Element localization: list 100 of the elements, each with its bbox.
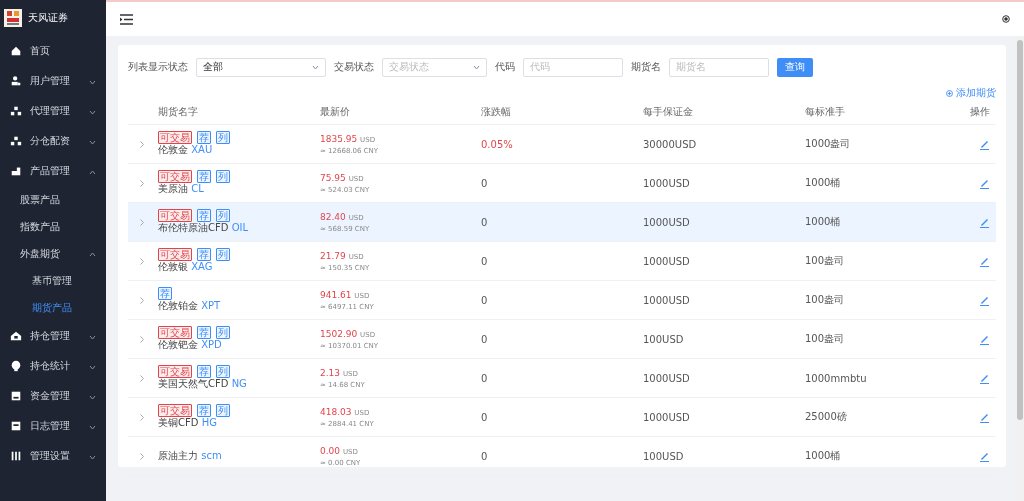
product-name: 布伦特原油CFD OIL xyxy=(158,221,250,235)
tag: 可交易 xyxy=(158,325,192,339)
sidebar-item[interactable]: 代理管理 xyxy=(0,96,106,126)
menu-icon[interactable] xyxy=(120,13,133,25)
edit-icon[interactable] xyxy=(979,450,990,462)
column-header: 涨跌幅 xyxy=(481,105,512,119)
sidebar-item[interactable]: 日志管理 xyxy=(0,411,106,441)
sidebar-item[interactable]: 首页 xyxy=(0,36,106,66)
margin-text: 1000USD xyxy=(643,372,691,384)
margin-text: 100USD xyxy=(643,333,685,345)
sidebar-item[interactable]: 用户管理 xyxy=(0,66,106,96)
edit-icon[interactable] xyxy=(979,138,990,150)
product-name: 美铜CFD HG xyxy=(158,416,218,430)
change-text: 0 xyxy=(481,333,488,345)
edit-icon[interactable] xyxy=(979,411,990,423)
expand-icon[interactable] xyxy=(140,257,144,265)
product-name: 美国天然气CFD NG xyxy=(158,377,248,391)
tag: 可交易 xyxy=(158,169,192,183)
lot-size-text: 1000盎司 xyxy=(805,137,852,151)
menu-item-icon xyxy=(10,45,22,57)
chevron-icon xyxy=(89,394,96,400)
sidebar-subitem[interactable]: 指数产品 xyxy=(0,213,106,240)
product-name: 原油主力 scm xyxy=(158,449,223,463)
tag: 可交易 xyxy=(158,403,192,417)
lot-size-text: 1000桶 xyxy=(805,176,842,190)
change-text: 0 xyxy=(481,255,488,267)
lot-size-text: 1000桶 xyxy=(805,449,842,463)
edit-icon[interactable] xyxy=(979,294,990,306)
tag: 可交易 xyxy=(158,247,192,261)
sidebar-item[interactable]: 持仓管理 xyxy=(0,321,106,351)
chevron-icon xyxy=(473,64,480,70)
tag: 荐 xyxy=(197,130,211,144)
chevron-icon xyxy=(312,64,319,70)
sidebar-subitem[interactable]: 外盘期货 xyxy=(0,240,106,267)
product-name: 伦敦铂金 XPT xyxy=(158,299,222,313)
edit-icon[interactable] xyxy=(979,333,990,345)
expand-icon[interactable] xyxy=(140,218,144,226)
chevron-icon xyxy=(89,424,96,430)
product-name: 伦敦银 XAG xyxy=(158,260,214,274)
lot-size-text: 25000磅 xyxy=(805,410,848,424)
product-name: 伦敦钯金 XPD xyxy=(158,338,223,352)
chevron-icon xyxy=(89,454,96,460)
filter-label: 交易状态 xyxy=(334,60,374,74)
filter-label: 期货名 xyxy=(631,60,661,74)
tag: 荐 xyxy=(197,169,211,183)
lot-size-text: 100盎司 xyxy=(805,293,846,307)
sidebar-subitem[interactable]: 股票产品 xyxy=(0,186,106,213)
edit-icon[interactable] xyxy=(979,216,990,228)
menu-item-icon xyxy=(10,420,22,432)
expand-icon[interactable] xyxy=(140,179,144,187)
change-text: 0 xyxy=(481,294,488,306)
lot-size-text: 100盎司 xyxy=(805,254,846,268)
menu-item-icon xyxy=(10,135,22,147)
column-header: 操作 xyxy=(970,105,991,119)
sidebar-item[interactable]: 资金管理 xyxy=(0,381,106,411)
expand-icon[interactable] xyxy=(140,452,144,460)
edit-icon[interactable] xyxy=(979,255,990,267)
tag: 荐 xyxy=(197,403,211,417)
margin-text: 1000USD xyxy=(643,216,691,228)
edit-icon[interactable] xyxy=(979,372,990,384)
tag: 荐 xyxy=(158,286,172,300)
tag: 荐 xyxy=(197,247,211,261)
column-header: 期货名字 xyxy=(158,105,199,119)
add-link[interactable]: 添加期货 xyxy=(946,86,996,100)
menu-item-icon xyxy=(10,165,22,177)
filter-label: 列表显示状态 xyxy=(128,60,188,74)
column-header: 每手保证金 xyxy=(643,105,694,119)
edit-icon[interactable] xyxy=(979,177,990,189)
lot-size-text: 1000桶 xyxy=(805,215,842,229)
expand-icon[interactable] xyxy=(140,335,144,343)
expand-icon[interactable] xyxy=(140,140,144,148)
margin-text: 1000USD xyxy=(643,411,691,423)
sidebar-item[interactable]: 持仓统计 xyxy=(0,351,106,381)
chevron-icon xyxy=(89,79,96,85)
expand-icon[interactable] xyxy=(140,296,144,304)
user-dot-icon[interactable] xyxy=(1002,15,1010,23)
sidebar-subitem[interactable]: 基币管理 xyxy=(0,267,106,294)
menu-item-icon xyxy=(10,330,22,342)
sidebar-item[interactable]: 分仓配资 xyxy=(0,126,106,156)
menu-item-icon xyxy=(10,75,22,87)
sidebar-item[interactable]: 产品管理 xyxy=(0,156,106,186)
expand-icon[interactable] xyxy=(140,413,144,421)
scrollbar[interactable] xyxy=(1016,36,1024,501)
select-field[interactable]: 全部 xyxy=(196,57,326,77)
tag: 列 xyxy=(216,208,230,222)
change-text: 0.05% xyxy=(481,138,513,150)
sidebar-item[interactable]: 管理设置 xyxy=(0,441,106,471)
product-name: 美原油 CL xyxy=(158,182,205,196)
menu-item-icon xyxy=(10,360,22,372)
column-header: 每标准手 xyxy=(805,105,846,119)
product-name: 伦敦金 XAU xyxy=(158,143,214,157)
chevron-icon xyxy=(89,109,96,115)
expand-icon[interactable] xyxy=(140,374,144,382)
menu-item-icon xyxy=(10,390,22,402)
tag: 列 xyxy=(216,325,230,339)
sidebar-subitem[interactable]: 期货产品 xyxy=(0,294,106,321)
chevron-icon xyxy=(89,139,96,145)
tag: 列 xyxy=(216,247,230,261)
logo-icon xyxy=(4,9,22,27)
menu-item-icon xyxy=(10,105,22,117)
